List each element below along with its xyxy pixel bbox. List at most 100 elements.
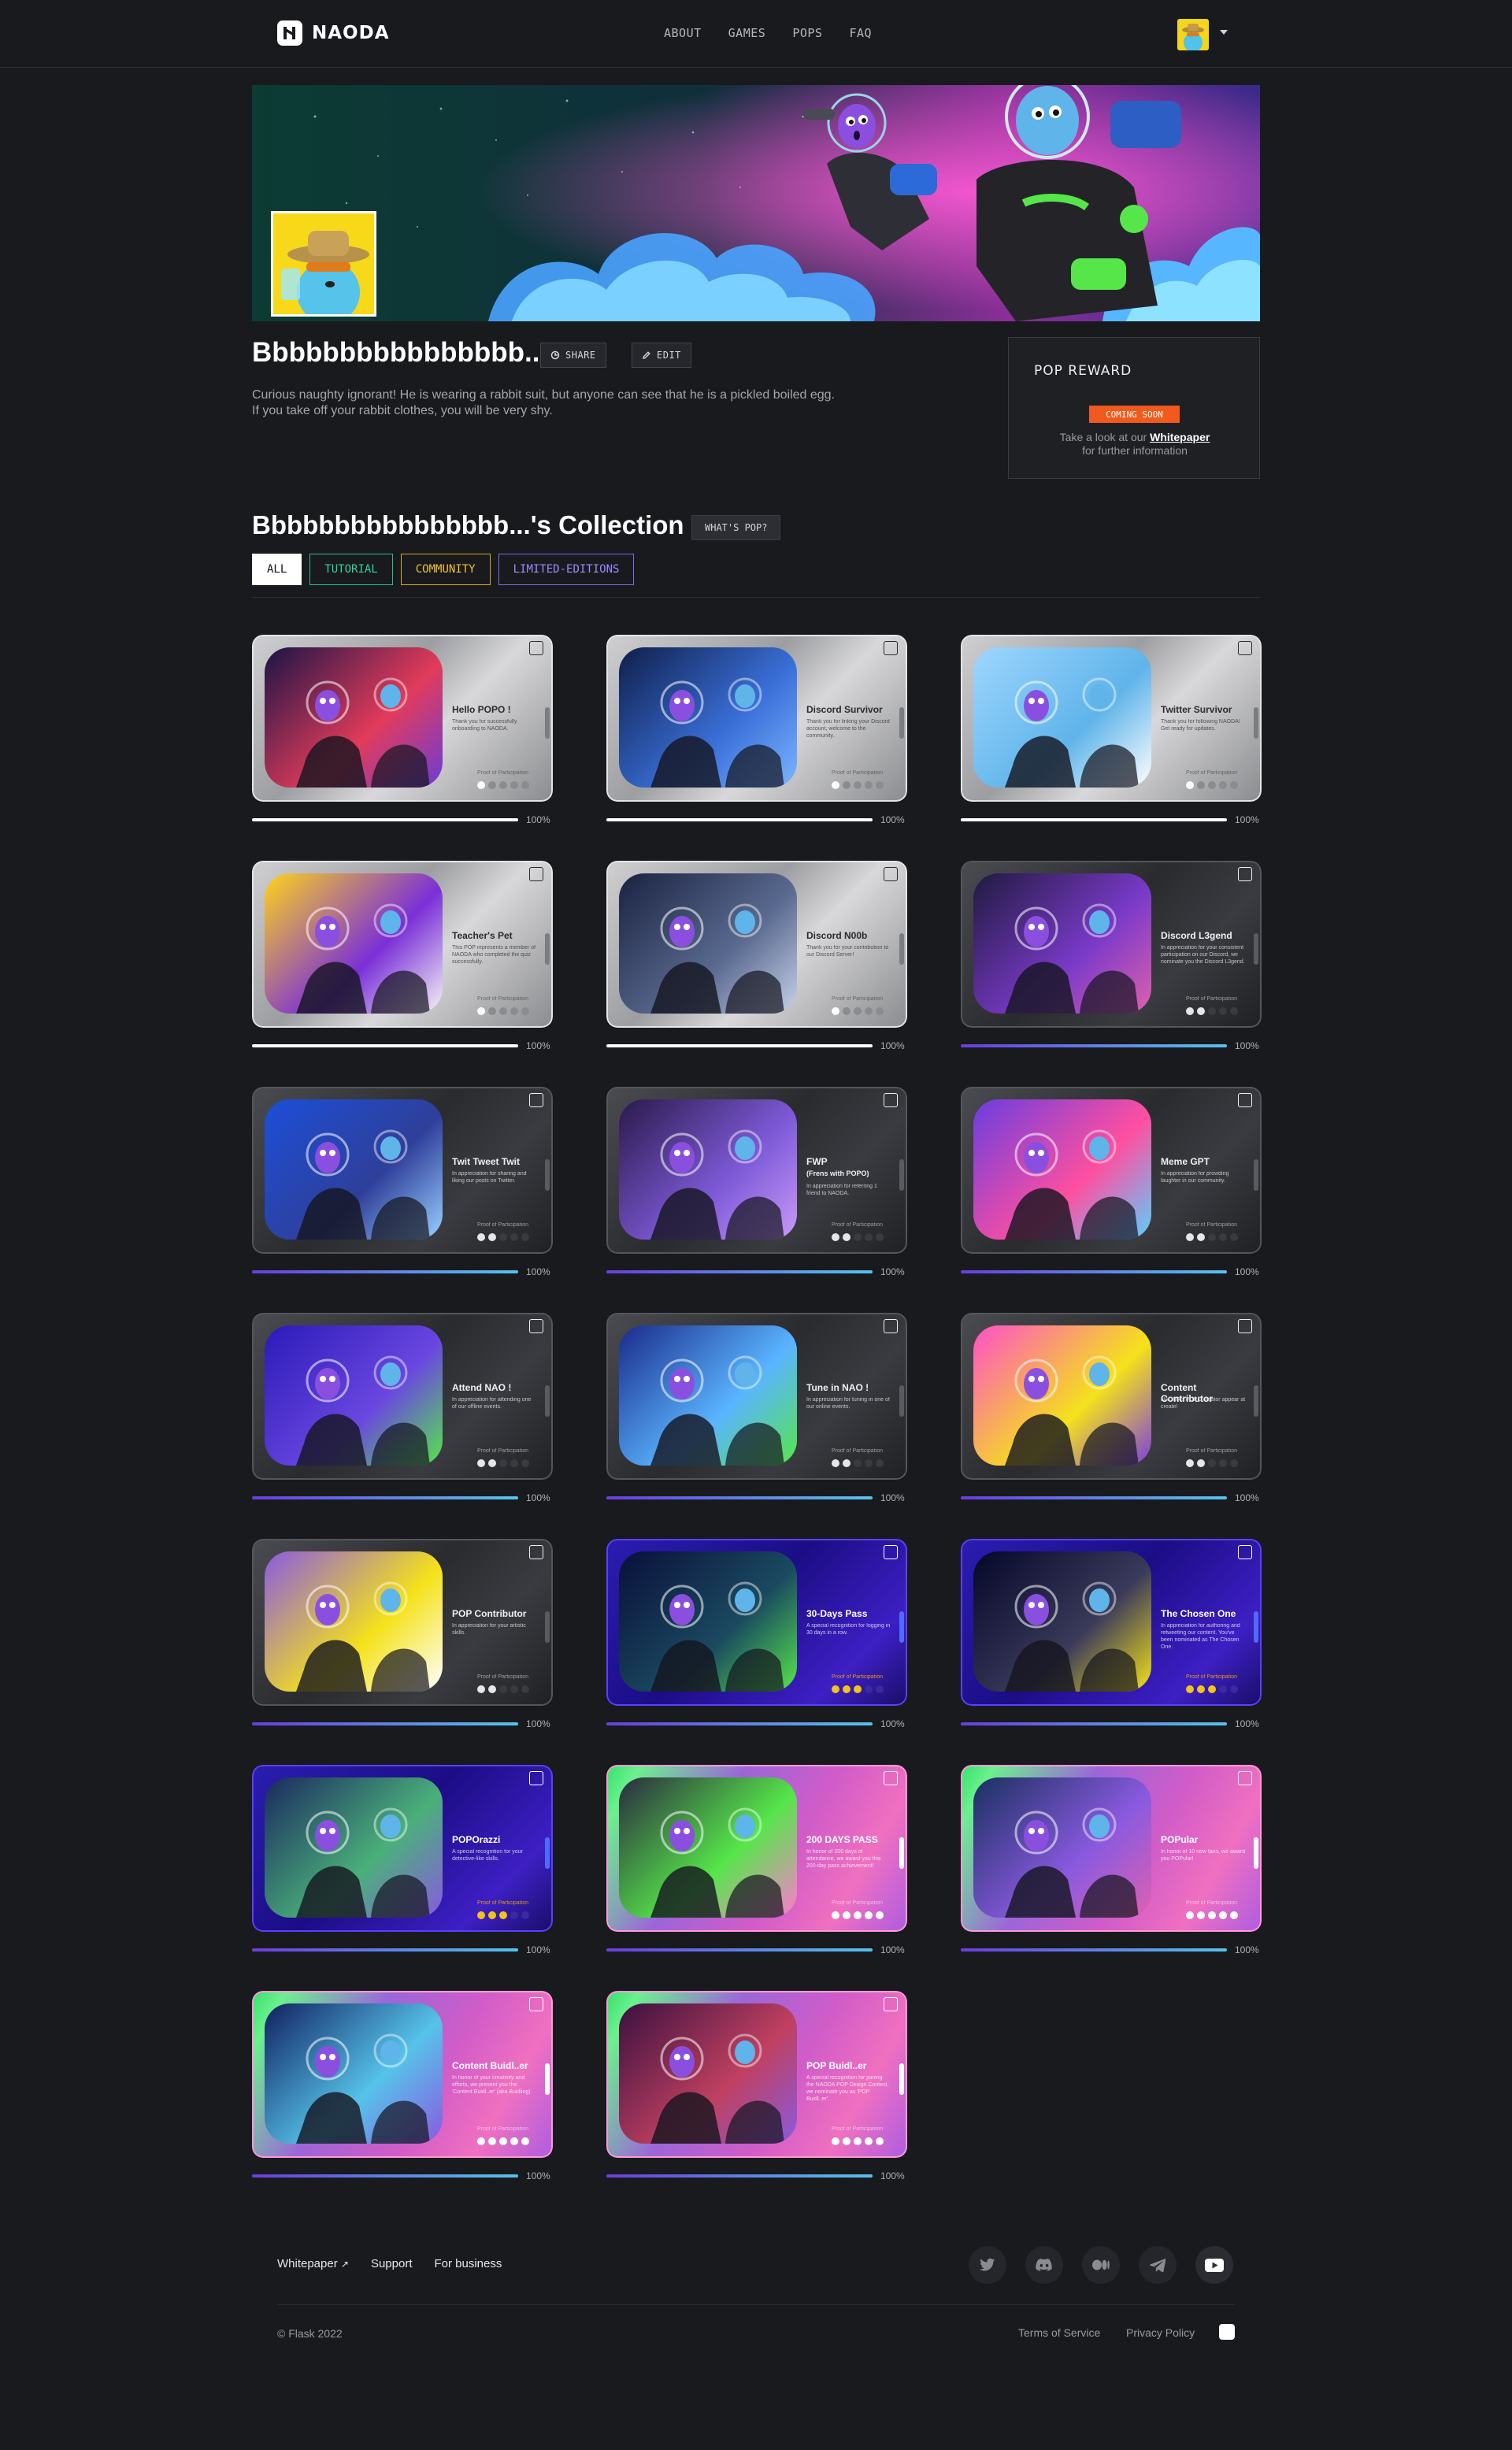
pop-card[interactable]: Hello POPO ! Thank you for successfully o… — [252, 635, 553, 802]
star-icon — [488, 1007, 496, 1015]
pop-card[interactable]: 200 DAYS PASS In honor of 200 days of att… — [606, 1765, 907, 1932]
youtube-button[interactable] — [1195, 2246, 1233, 2284]
user-avatar[interactable] — [1177, 19, 1209, 50]
filter-limited-editions[interactable]: LIMITED-EDITIONS — [498, 554, 635, 585]
pop-card[interactable]: Twitter Survivor Thank you for following … — [961, 635, 1262, 802]
card-title-text: FWP — [806, 1156, 828, 1167]
pop-card[interactable]: 30-Days Pass A special recognition for lo… — [606, 1539, 907, 1706]
star-icon — [1197, 1911, 1205, 1919]
divider — [252, 597, 1260, 598]
naoda-logo-icon — [529, 641, 543, 655]
progress-bar — [961, 1722, 1227, 1725]
card-artwork — [619, 2003, 797, 2144]
card-stars — [1186, 1007, 1238, 1015]
profile-avatar[interactable] — [271, 211, 376, 317]
card-stars — [477, 781, 529, 789]
card-notch — [545, 707, 550, 739]
share-button[interactable]: SHARE — [540, 343, 606, 368]
star-icon — [854, 1911, 862, 1919]
card-stars — [832, 2137, 884, 2145]
pop-card[interactable]: POPular In honor of 10 new fans, we award… — [961, 1765, 1262, 1932]
card-title-text: Discord Survivor — [806, 704, 883, 715]
star-icon — [843, 1007, 850, 1015]
pop-card[interactable]: Meme GPT In appreciation for providing la… — [961, 1087, 1262, 1254]
star-icon — [499, 1233, 507, 1241]
pop-card[interactable]: FWP (Frens with POPO) In appreciation for … — [606, 1087, 907, 1254]
card-title-text: Twitter Survivor — [1161, 704, 1232, 715]
card-stars — [477, 1007, 529, 1015]
telegram-button[interactable] — [1139, 2246, 1177, 2284]
star-icon — [865, 1685, 873, 1693]
progress-percent: 100% — [880, 1944, 905, 1955]
discord-button[interactable] — [1025, 2246, 1063, 2284]
star-icon — [521, 1007, 529, 1015]
bio-line: Curious naughty ignorant! He is wearing … — [252, 388, 836, 402]
reward-note: Take a look at our Whitepaper for furthe… — [1009, 431, 1261, 458]
pop-card[interactable]: Discord L3gend In appreciation for your c… — [961, 861, 1262, 1028]
star-icon — [1230, 1233, 1238, 1241]
card-title-text: POPOrazzi — [452, 1834, 501, 1845]
pop-card[interactable]: Content Contributor NAODA's POPO creator … — [961, 1313, 1262, 1480]
pop-card[interactable]: Teacher's Pet This POP represents a membe… — [252, 861, 553, 1028]
pop-card[interactable]: POP Buidl..er A special recognition for j… — [606, 1991, 907, 2158]
nav-pops[interactable]: POPS — [792, 26, 822, 40]
card-title: 30-Days Pass — [806, 1608, 893, 1619]
card-title: Twit Tweet Twit — [452, 1156, 539, 1167]
card-notch — [545, 1159, 550, 1191]
twitter-button[interactable] — [969, 2246, 1006, 2284]
filter-community[interactable]: COMMUNITY — [400, 554, 491, 585]
filter-tutorial[interactable]: TUTORIAL — [309, 554, 393, 585]
card-description: This POP represents a member of NAODA wh… — [452, 945, 536, 965]
pop-card[interactable]: Tune in NAO ! In appreciation for tuning … — [606, 1313, 907, 1480]
naoda-logo-icon — [884, 641, 898, 655]
pop-card[interactable]: Discord N00b Thank you for your contribut… — [606, 861, 907, 1028]
naoda-logo-icon — [529, 867, 543, 881]
footer-support-link[interactable]: Support — [371, 2257, 413, 2270]
brand-logo[interactable]: NAODA — [277, 20, 390, 46]
terms-link[interactable]: Terms of Service — [1018, 2326, 1100, 2339]
chevron-down-icon[interactable] — [1220, 30, 1228, 35]
bio-line: If you take off your rabbit clothes, you… — [252, 404, 553, 417]
card-pop-label: Proof of Participation — [832, 1674, 883, 1680]
whats-pop-button[interactable]: WHAT'S POP? — [691, 515, 781, 540]
pop-card[interactable]: Discord Survivor Thank you for linking yo… — [606, 635, 907, 802]
nav-faq[interactable]: FAQ — [849, 26, 872, 40]
star-icon — [521, 1685, 529, 1693]
naoda-logo-icon — [529, 1319, 543, 1333]
privacy-link[interactable]: Privacy Policy — [1126, 2326, 1195, 2339]
card-notch — [899, 1159, 904, 1191]
card-artwork — [265, 1325, 443, 1466]
star-icon — [1197, 781, 1205, 789]
filter-all[interactable]: ALL — [252, 554, 302, 585]
edit-button[interactable]: EDIT — [632, 343, 691, 368]
profile-banner — [252, 85, 1260, 321]
pop-card[interactable]: POP Contributor In appreciation for your … — [252, 1539, 553, 1706]
progress-bar — [252, 1044, 518, 1047]
footer-whitepaper-link[interactable]: Whitepaper ↗ — [277, 2257, 349, 2270]
main-menu: ABOUT GAMES POPS FAQ — [664, 26, 872, 40]
star-icon — [477, 1233, 485, 1241]
star-icon — [843, 1233, 850, 1241]
card-title: The Chosen One — [1161, 1608, 1247, 1619]
star-icon — [854, 781, 862, 789]
card-notch — [545, 2063, 550, 2095]
progress-percent: 100% — [1235, 1718, 1259, 1729]
footer-divider — [277, 2304, 1235, 2305]
pop-card[interactable]: The Chosen One In appreciation for author… — [961, 1539, 1262, 1706]
star-icon — [865, 1459, 873, 1467]
card-title: Discord Survivor — [806, 704, 893, 715]
star-icon — [499, 781, 507, 789]
nav-games[interactable]: GAMES — [728, 26, 766, 40]
pop-card[interactable]: Content Buidl..er In honor of your creati… — [252, 1991, 553, 2158]
star-icon — [865, 781, 873, 789]
pop-card[interactable]: Attend NAO ! In appreciation for attendin… — [252, 1313, 553, 1480]
footer-business-link[interactable]: For business — [435, 2257, 502, 2270]
nav-about[interactable]: ABOUT — [664, 26, 702, 40]
pop-card[interactable]: Twit Tweet Twit In appreciation for shari… — [252, 1087, 553, 1254]
pop-card[interactable]: POPOrazzi A special recognition for your … — [252, 1765, 553, 1932]
progress-percent: 100% — [1235, 1266, 1259, 1277]
medium-button[interactable] — [1082, 2246, 1120, 2284]
card-pop-label: Proof of Participation — [832, 996, 883, 1002]
star-icon — [499, 1911, 507, 1919]
whitepaper-link[interactable]: Whitepaper — [1150, 431, 1210, 443]
